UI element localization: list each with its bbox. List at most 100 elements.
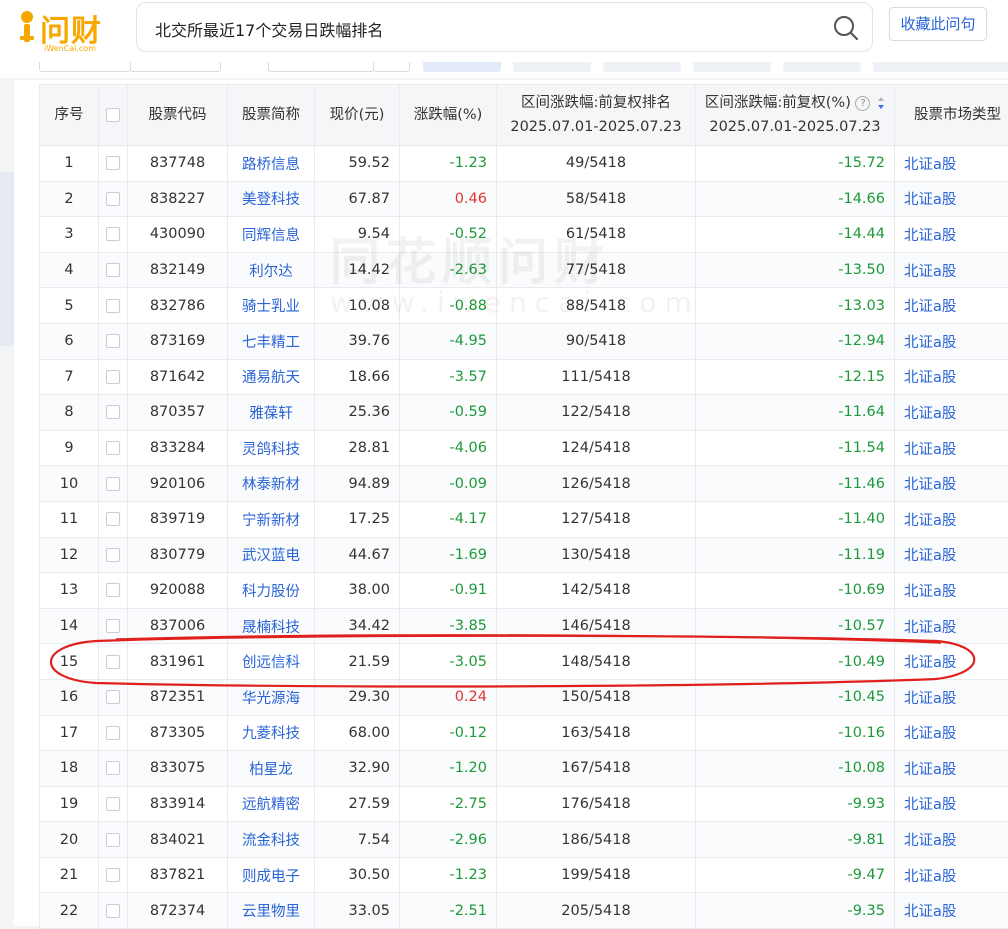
table-row[interactable]: 14837006晟楠科技34.42-3.85146/5418-10.57北证a股 [40, 608, 1008, 644]
row-checkbox[interactable] [106, 334, 120, 348]
row-checkbox[interactable] [106, 477, 120, 491]
row-checkbox[interactable] [106, 868, 120, 882]
row-select[interactable] [99, 857, 128, 893]
market-type-link[interactable]: 北证a股 [895, 857, 1008, 893]
toolbar-tab-5[interactable] [783, 62, 861, 72]
row-select[interactable] [99, 893, 128, 929]
row-select[interactable] [99, 822, 128, 858]
table-row[interactable]: 10920106林泰新材94.89-0.09126/5418-11.46北证a股 [40, 466, 1008, 502]
table-row[interactable]: 3430090同辉信息9.54-0.5261/5418-14.44北证a股 [40, 217, 1008, 253]
stock-name-link[interactable]: 宁新新材 [228, 501, 315, 537]
table-row[interactable]: 2838227美登科技67.870.4658/5418-14.66北证a股 [40, 181, 1008, 217]
row-checkbox[interactable] [106, 512, 120, 526]
row-select[interactable] [99, 430, 128, 466]
row-select[interactable] [99, 395, 128, 431]
row-checkbox[interactable] [106, 904, 120, 918]
row-checkbox[interactable] [106, 833, 120, 847]
header-name[interactable]: 股票简称 [228, 85, 315, 146]
stock-name-link[interactable]: 七丰精工 [228, 323, 315, 359]
row-select[interactable] [99, 146, 128, 182]
toolbar-select-2[interactable] [130, 62, 221, 72]
market-type-link[interactable]: 北证a股 [895, 395, 1008, 431]
header-price[interactable]: 现价(元) [315, 85, 400, 146]
table-row[interactable]: 17873305九菱科技68.00-0.12163/5418-10.16北证a股 [40, 715, 1008, 751]
market-type-link[interactable]: 北证a股 [895, 573, 1008, 609]
stock-name-link[interactable]: 柏星龙 [228, 751, 315, 787]
stock-name-link[interactable]: 利尔达 [228, 252, 315, 288]
market-type-link[interactable]: 北证a股 [895, 608, 1008, 644]
table-row[interactable]: 6873169七丰精工39.76-4.9590/5418-12.94北证a股 [40, 323, 1008, 359]
row-select[interactable] [99, 323, 128, 359]
row-checkbox[interactable] [106, 299, 120, 313]
stock-name-link[interactable]: 林泰新材 [228, 466, 315, 502]
toolbar-select-1[interactable] [39, 62, 131, 72]
row-checkbox[interactable] [106, 156, 120, 170]
table-row[interactable]: 18833075柏星龙32.90-1.20167/5418-10.08北证a股 [40, 751, 1008, 787]
header-range-rank[interactable]: 区间涨跌幅:前复权排名 2025.07.01-2025.07.23 [497, 85, 696, 146]
stock-name-link[interactable]: 九菱科技 [228, 715, 315, 751]
market-type-link[interactable]: 北证a股 [895, 751, 1008, 787]
row-select[interactable] [99, 751, 128, 787]
market-type-link[interactable]: 北证a股 [895, 822, 1008, 858]
row-select[interactable] [99, 466, 128, 502]
header-select-all[interactable] [99, 85, 128, 146]
header-change[interactable]: 涨跌幅(%) [400, 85, 497, 146]
stock-name-link[interactable]: 创远信科 [228, 644, 315, 680]
market-type-link[interactable]: 北证a股 [895, 252, 1008, 288]
select-all-checkbox[interactable] [106, 108, 120, 122]
row-select[interactable] [99, 644, 128, 680]
row-checkbox[interactable] [106, 263, 120, 277]
row-select[interactable] [99, 679, 128, 715]
toolbar-tab-1[interactable] [423, 62, 501, 72]
table-row[interactable]: 19833914远航精密27.59-2.75176/5418-9.93北证a股 [40, 786, 1008, 822]
row-checkbox[interactable] [106, 192, 120, 206]
stock-name-link[interactable]: 流金科技 [228, 822, 315, 858]
table-row[interactable]: 11839719宁新新材17.25-4.17127/5418-11.40北证a股 [40, 501, 1008, 537]
row-checkbox[interactable] [106, 761, 120, 775]
search-icon[interactable] [832, 14, 860, 42]
table-row[interactable]: 16872351华光源海29.300.24150/5418-10.45北证a股 [40, 679, 1008, 715]
market-type-link[interactable]: 北证a股 [895, 181, 1008, 217]
row-select[interactable] [99, 608, 128, 644]
stock-name-link[interactable]: 远航精密 [228, 786, 315, 822]
market-type-link[interactable]: 北证a股 [895, 537, 1008, 573]
toolbar-tab-2[interactable] [513, 62, 591, 72]
market-type-link[interactable]: 北证a股 [895, 644, 1008, 680]
row-checkbox[interactable] [106, 690, 120, 704]
help-icon[interactable]: ? [855, 96, 870, 111]
header-range-change[interactable]: 区间涨跌幅:前复权(%) ? 2025.07.01-2025.07.23 [696, 85, 895, 146]
market-type-link[interactable]: 北证a股 [895, 501, 1008, 537]
row-select[interactable] [99, 537, 128, 573]
favorite-question-button[interactable]: 收藏此问句 [889, 7, 987, 41]
stock-name-link[interactable]: 骑士乳业 [228, 288, 315, 324]
row-checkbox[interactable] [106, 227, 120, 241]
market-type-link[interactable]: 北证a股 [895, 679, 1008, 715]
table-row[interactable]: 9833284灵鸽科技28.81-4.06124/5418-11.54北证a股 [40, 430, 1008, 466]
row-select[interactable] [99, 359, 128, 395]
market-type-link[interactable]: 北证a股 [895, 146, 1008, 182]
table-row[interactable]: 8870357雅葆轩25.36-0.59122/5418-11.64北证a股 [40, 395, 1008, 431]
table-row[interactable]: 13920088科力股份38.00-0.91142/5418-10.69北证a股 [40, 573, 1008, 609]
stock-name-link[interactable]: 美登科技 [228, 181, 315, 217]
row-select[interactable] [99, 217, 128, 253]
market-type-link[interactable]: 北证a股 [895, 466, 1008, 502]
row-select[interactable] [99, 715, 128, 751]
row-select[interactable] [99, 573, 128, 609]
row-checkbox[interactable] [106, 797, 120, 811]
toolbar-select-3[interactable] [268, 62, 374, 72]
toolbar-tab-3[interactable] [603, 62, 681, 72]
table-row[interactable]: 21837821则成电子30.50-1.23199/5418-9.47北证a股 [40, 857, 1008, 893]
market-type-link[interactable]: 北证a股 [895, 430, 1008, 466]
search-query[interactable]: 北交所最近17个交易日跌幅排名 [155, 17, 383, 41]
toolbar-tab-4[interactable] [693, 62, 771, 72]
stock-name-link[interactable]: 同辉信息 [228, 217, 315, 253]
stock-name-link[interactable]: 路桥信息 [228, 146, 315, 182]
table-row[interactable]: 22872374云里物里33.05-2.51205/5418-9.35北证a股 [40, 893, 1008, 929]
table-row[interactable]: 5832786骑士乳业10.08-0.8888/5418-13.03北证a股 [40, 288, 1008, 324]
table-row[interactable]: 20834021流金科技7.54-2.96186/5418-9.81北证a股 [40, 822, 1008, 858]
stock-name-link[interactable]: 武汉蓝电 [228, 537, 315, 573]
row-checkbox[interactable] [106, 726, 120, 740]
market-type-link[interactable]: 北证a股 [895, 288, 1008, 324]
row-select[interactable] [99, 786, 128, 822]
stock-name-link[interactable]: 科力股份 [228, 573, 315, 609]
